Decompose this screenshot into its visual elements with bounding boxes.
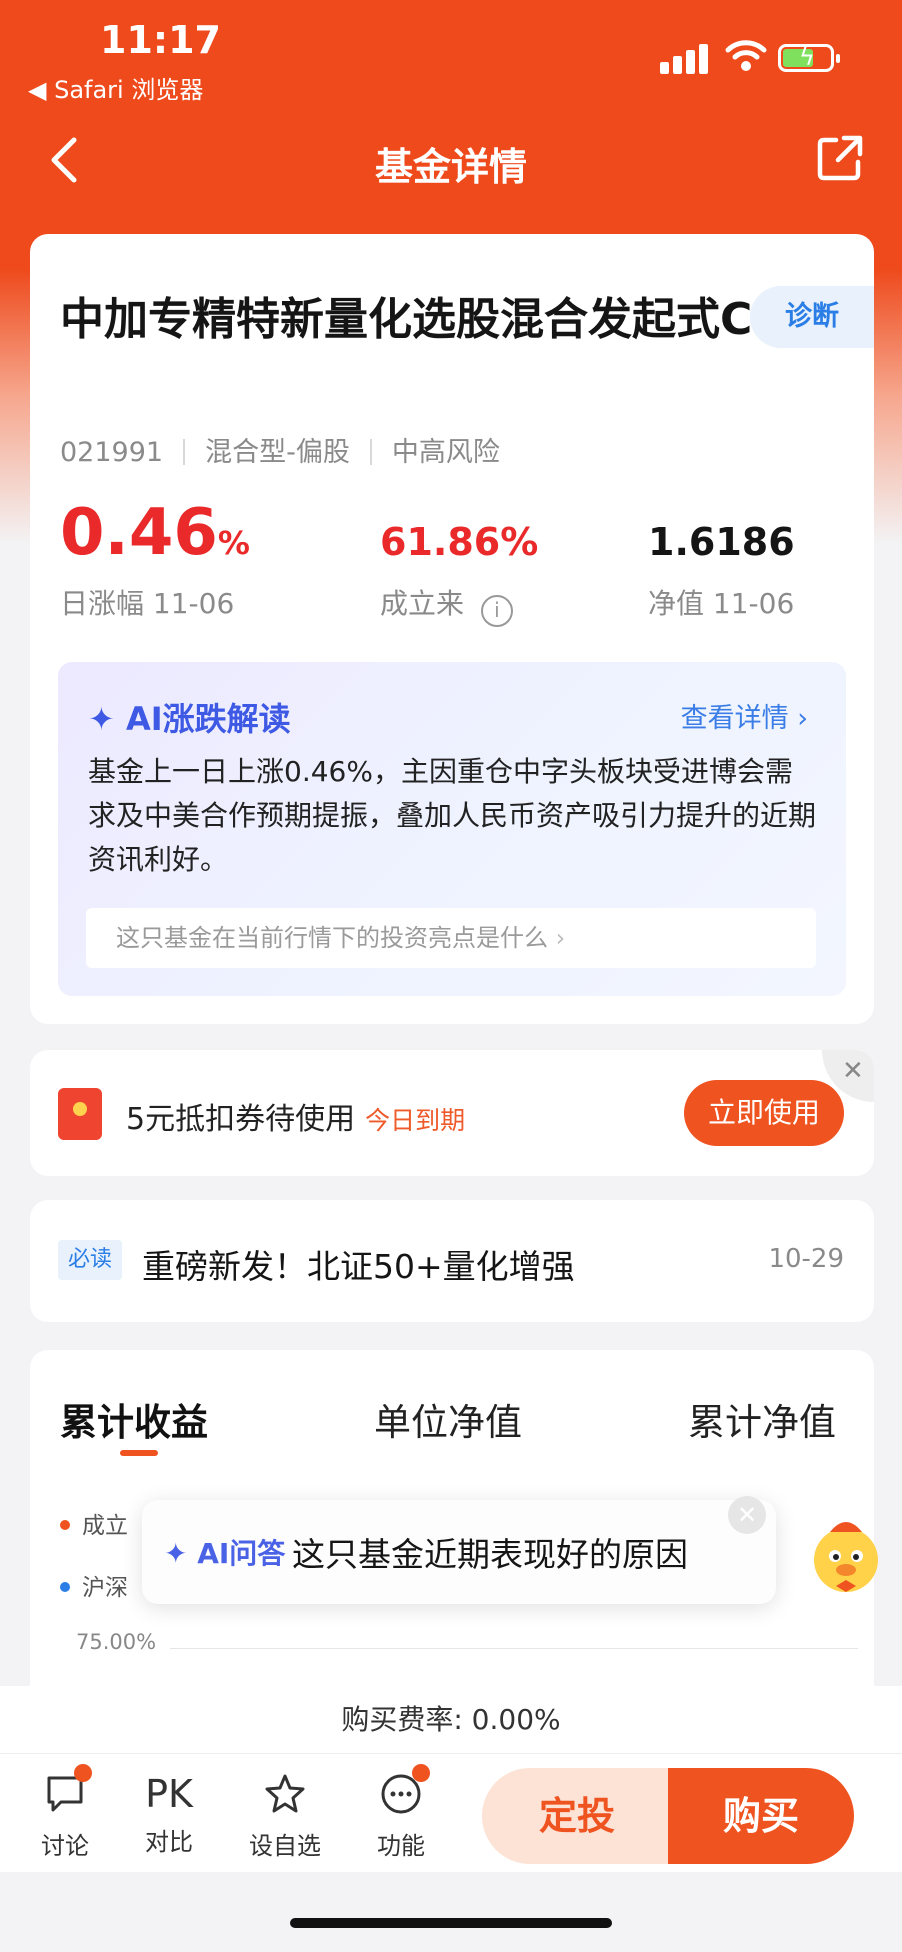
back-to-safari-link[interactable]: ◀ Safari 浏览器: [28, 70, 203, 105]
tab-cumulative-return[interactable]: 累计收益: [60, 1392, 208, 1446]
info-icon[interactable]: i: [480, 595, 513, 627]
since-inception-value: 61.86%: [380, 520, 539, 564]
view-details-link[interactable]: 查看详情 ›: [681, 696, 808, 735]
red-envelope-icon: [58, 1088, 102, 1140]
diagnose-button[interactable]: 诊断: [750, 286, 874, 348]
close-popup-icon[interactable]: ✕: [728, 1496, 766, 1534]
wifi-icon: [724, 38, 768, 78]
legend-item-index: 沪深: [60, 1568, 128, 1602]
since-inception-label: 成立来 i: [380, 582, 513, 627]
ai-qa-popup[interactable]: ✦ AI问答 这只基金近期表现好的原因 ✕: [142, 1496, 776, 1604]
fund-code: 021991: [60, 437, 164, 468]
notification-dot: [412, 1764, 430, 1782]
coupon-text: 5元抵扣券待使用 今日到期: [126, 1102, 466, 1137]
ai-qa-question: 这只基金近期表现好的原因: [292, 1535, 688, 1574]
star-icon: [265, 1774, 305, 1813]
functions-button[interactable]: 功能: [356, 1772, 446, 1861]
close-icon: ✕: [842, 1056, 864, 1086]
legend-item-fund: 成立: [60, 1506, 128, 1540]
ai-qa-label: ✦ AI问答: [164, 1537, 286, 1570]
fund-name: 中加专精特新量化选股混合发起式C: [60, 294, 753, 345]
ai-suggested-question[interactable]: 这只基金在当前行情下的投资亮点是什么 ›: [86, 908, 816, 968]
pk-icon: PK: [145, 1772, 193, 1816]
chevron-right-icon: ›: [555, 924, 566, 952]
fund-meta: 021991 混合型-偏股 中高风险: [60, 430, 500, 469]
tab-unit-nav[interactable]: 单位净值: [374, 1392, 522, 1446]
battery-icon: ϟ: [778, 43, 840, 72]
fund-summary-card: 中加专精特新量化选股混合发起式C 诊断 021991 混合型-偏股 中高风险 0.4…: [30, 234, 874, 1024]
purchase-fee-rate: 购买费率: 0.00%: [0, 1686, 902, 1754]
buy-button[interactable]: 购买: [668, 1768, 854, 1864]
status-bar: 11:17 ◀ Safari 浏览器 ϟ: [0, 0, 902, 110]
coupon-expiry: 今日到期: [365, 1106, 466, 1135]
must-read-tag: 必读: [58, 1240, 123, 1280]
nav-value: 1.6186: [648, 520, 795, 564]
fund-risk: 中高风险: [391, 437, 500, 468]
coupon-banner: 5元抵扣券待使用 今日到期 立即使用 ✕: [30, 1050, 874, 1176]
daily-change-label: 日涨幅 11-06: [60, 587, 235, 620]
fund-type: 混合型-偏股: [205, 437, 350, 468]
status-time: 11:17: [100, 18, 221, 62]
ai-analysis-text: 基金上一日上涨0.46%，主因重仓中字头板块受进博会需求及中美合作预期提振，叠加…: [88, 755, 817, 876]
notification-dot: [74, 1764, 92, 1782]
discuss-button[interactable]: 讨论: [20, 1772, 110, 1861]
ai-analysis-panel: ✦ AI涨跌解读 查看详情 › 基金上一日上涨0.46%，主因重仓中字头板块受进…: [58, 662, 846, 996]
ai-analysis-title: ✦ AI涨跌解读: [88, 700, 291, 738]
mascot-icon[interactable]: [800, 1508, 892, 1600]
nav-label: 净值 11-06: [648, 587, 795, 620]
home-indicator[interactable]: [290, 1918, 612, 1928]
sparkle-icon: ✦: [88, 700, 115, 738]
page-title: 基金详情: [374, 145, 527, 189]
daily-change-value: 0.46%: [60, 496, 250, 570]
chevron-right-icon: ›: [797, 703, 808, 734]
news-item[interactable]: 必读 重磅新发！北证50+量化增强 10-29: [30, 1200, 874, 1322]
bottom-action-bar: 讨论 PK 对比 设自选 功能 定投 购买: [0, 1754, 902, 1872]
use-coupon-button[interactable]: 立即使用: [684, 1080, 844, 1146]
news-date: 10-29: [768, 1244, 844, 1274]
cellular-signal-icon: [660, 44, 712, 74]
active-tab-indicator: [120, 1450, 158, 1456]
news-title: 重磅新发！北证50+量化增强: [142, 1247, 575, 1286]
share-icon[interactable]: [816, 134, 864, 182]
compare-button[interactable]: PK 对比: [124, 1772, 214, 1857]
auto-invest-button[interactable]: 定投: [482, 1768, 672, 1864]
y-axis-tick: 75.00%: [76, 1630, 157, 1654]
add-watchlist-button[interactable]: 设自选: [240, 1772, 330, 1861]
tab-accumulated-nav[interactable]: 累计净值: [688, 1392, 836, 1446]
chart-gridline: [170, 1648, 858, 1649]
